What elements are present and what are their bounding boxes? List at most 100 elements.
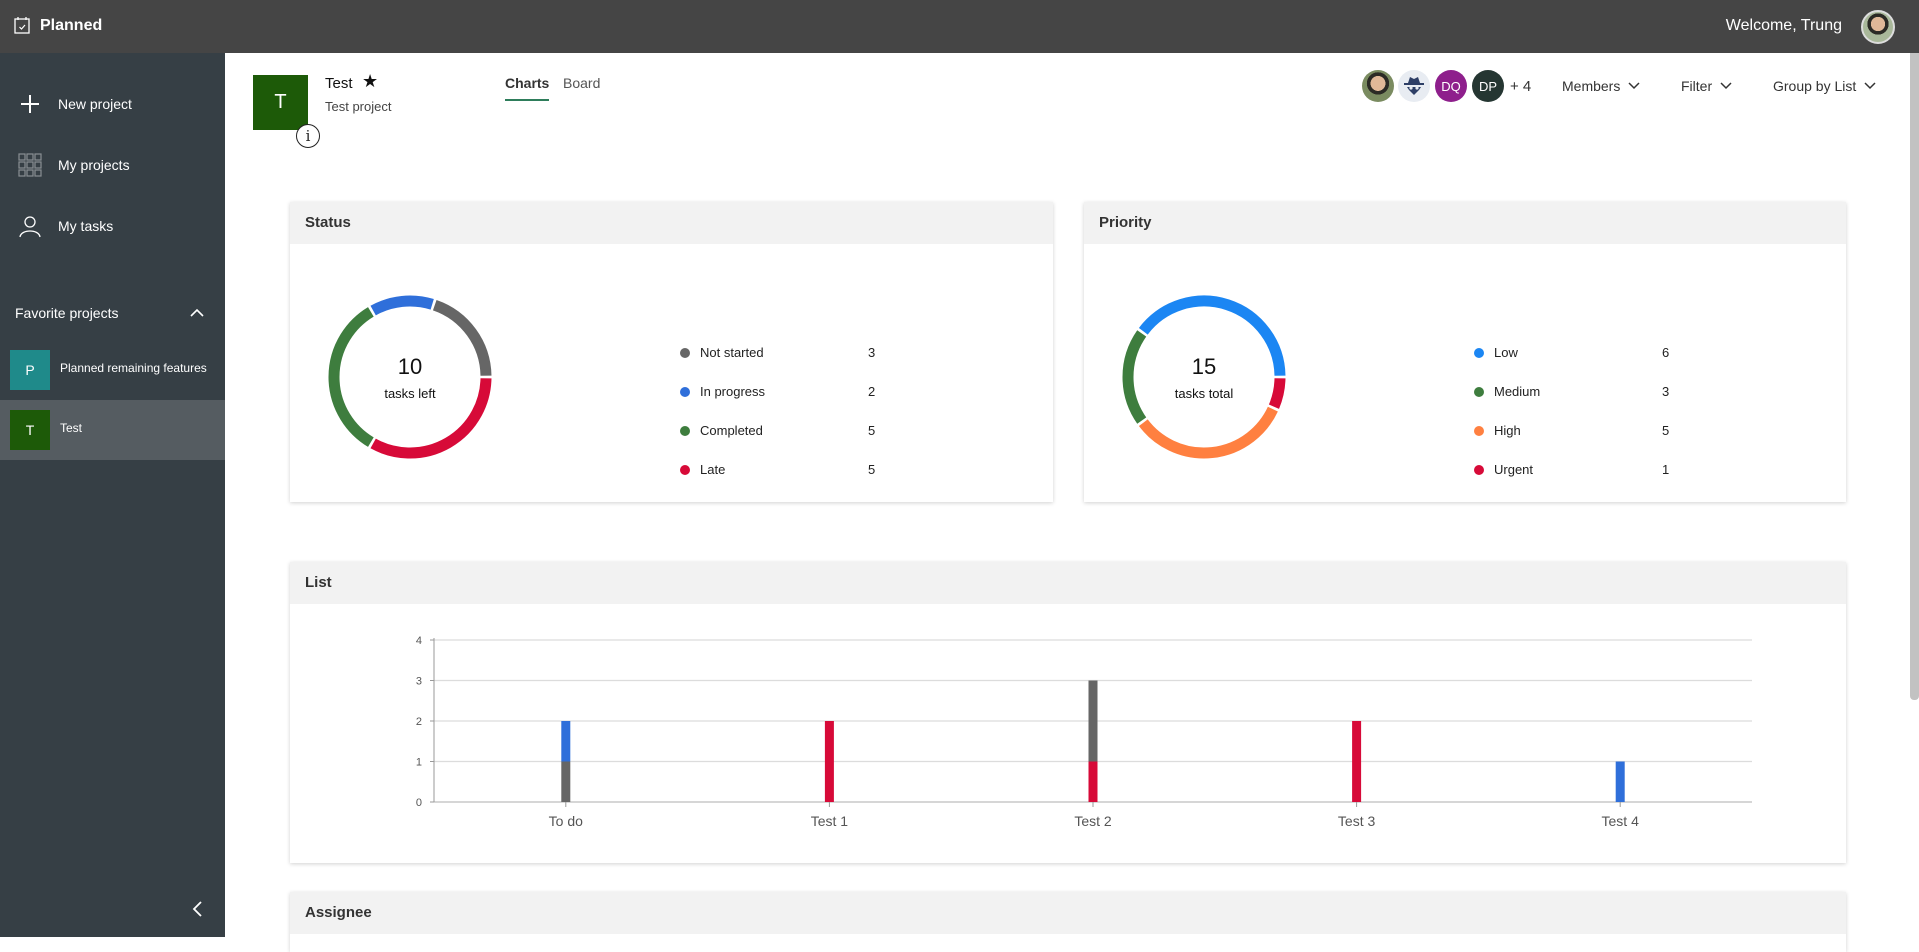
incognito-icon	[1404, 77, 1424, 95]
status-card: Status 10 tasks left Not started 3 In prog…	[290, 202, 1053, 502]
calendar-check-icon	[14, 17, 30, 34]
chevron-down-icon	[1628, 82, 1640, 90]
legend-label: Late	[700, 462, 726, 477]
project-tile: T	[10, 410, 50, 450]
list-bar-chart: 0 1 2 3 4 To do Test 1 Test 2 Test 3 Test 4	[416, 635, 1752, 829]
y-tick-label: 1	[416, 757, 422, 769]
top-bar: Planned Welcome, Trung	[0, 0, 1919, 53]
favorite-project-item-active[interactable]: T Test	[0, 400, 225, 460]
bar-test-2-not-started[interactable]	[1088, 680, 1098, 762]
member-avatar[interactable]: DQ	[1435, 70, 1467, 102]
more-members-count[interactable]: + 4	[1510, 78, 1531, 95]
status-card-title: Status	[290, 202, 1053, 244]
member-avatar-photo[interactable]	[1362, 70, 1394, 102]
welcome-text: Welcome, Trung	[1725, 17, 1842, 34]
nav-label: My projects	[58, 157, 130, 173]
legend-value: 3	[868, 345, 876, 360]
member-avatar-incognito[interactable]	[1398, 70, 1430, 102]
legend-value: 3	[1662, 384, 1670, 399]
members-dropdown[interactable]: Members	[1562, 78, 1640, 94]
chevron-left-icon[interactable]	[188, 899, 208, 919]
legend-dot	[680, 348, 690, 358]
info-icon[interactable]: i	[296, 124, 320, 148]
scrollbar-thumb[interactable]	[1910, 53, 1919, 700]
bar-test-3-late[interactable]	[1352, 721, 1362, 802]
legend-item-completed: Completed 5	[680, 422, 880, 442]
chevron-up-icon[interactable]	[189, 306, 205, 318]
priority-card-title: Priority	[1084, 202, 1846, 244]
tab-charts[interactable]: Charts	[505, 75, 550, 101]
y-tick-label: 3	[416, 676, 422, 688]
legend-item-in-progress: In progress 2	[680, 383, 880, 403]
legend-dot	[1474, 387, 1484, 397]
legend-item-high: High 5	[1474, 422, 1674, 442]
grid-icon	[18, 153, 42, 177]
group-by-dropdown[interactable]: Group by List	[1773, 78, 1876, 94]
tasks-left-label: tasks left	[384, 386, 436, 401]
legend-dot	[1474, 348, 1484, 358]
bar-test-4-in-progress[interactable]	[1615, 761, 1625, 803]
bar-test-1-late[interactable]	[824, 721, 834, 802]
user-avatar[interactable]	[1861, 10, 1895, 44]
legend-item-not-started: Not started 3	[680, 344, 880, 364]
bar-test-2-late[interactable]	[1088, 761, 1098, 803]
project-name: Test	[325, 75, 353, 92]
star-icon[interactable]: ★	[362, 71, 378, 92]
x-tick-label: To do	[549, 813, 583, 829]
legend-label: In progress	[700, 384, 766, 399]
x-tick-label: Test 4	[1602, 813, 1640, 829]
nav-new-project[interactable]: New project	[0, 80, 225, 128]
filter-dropdown[interactable]: Filter	[1681, 78, 1732, 94]
list-card: List 0 1 2 3 4 To do Test 1 Test 2 Test 3 Test 4	[290, 562, 1846, 863]
group-by-dropdown-label: Group by List	[1773, 78, 1857, 94]
favorite-projects-title: Favorite projects	[15, 305, 119, 321]
legend-label: Not started	[700, 345, 764, 360]
legend-value: 5	[868, 462, 876, 477]
legend-dot	[1474, 465, 1484, 475]
nav-my-projects[interactable]: My projects	[0, 141, 225, 189]
legend-item-urgent: Urgent 1	[1474, 461, 1674, 481]
favorite-project-label: Planned remaining features	[60, 361, 207, 375]
project-tile: T	[253, 75, 308, 130]
legend-value: 6	[1662, 345, 1670, 360]
tasks-total-label: tasks total	[1174, 386, 1234, 401]
legend-value: 5	[868, 423, 876, 438]
legend-label: Medium	[1494, 384, 1541, 399]
status-donut-center: 10 tasks left	[320, 287, 500, 467]
legend-label: High	[1494, 423, 1521, 438]
x-tick-label: Test 1	[811, 813, 849, 829]
legend-dot	[680, 387, 690, 397]
legend-value: 5	[1662, 423, 1670, 438]
y-tick-label: 0	[416, 797, 422, 809]
project-description: Test project	[325, 99, 392, 114]
legend-label: Completed	[700, 423, 763, 438]
legend-label: Urgent	[1494, 462, 1534, 477]
filter-dropdown-label: Filter	[1681, 78, 1713, 94]
nav-my-tasks[interactable]: My tasks	[0, 202, 225, 250]
sidebar: New project My projects My tasks Favorit…	[0, 53, 225, 937]
bar-to-do-not-started[interactable]	[561, 761, 571, 803]
legend-item-low: Low 6	[1474, 344, 1674, 364]
chevron-down-icon	[1720, 82, 1732, 90]
y-tick-label: 2	[416, 716, 422, 728]
tab-board[interactable]: Board	[563, 75, 600, 91]
legend-value: 1	[1662, 462, 1670, 477]
nav-label: My tasks	[58, 218, 114, 234]
priority-card: Priority 1 5 tasks total Low 6 Medium 3 High 5…	[1084, 202, 1846, 502]
legend-item-late: Late 5	[680, 461, 880, 481]
person-icon	[19, 216, 41, 238]
assignee-card: Assignee	[290, 892, 1846, 952]
legend-dot	[1474, 426, 1484, 436]
legend-label: Low	[1494, 345, 1518, 360]
legend-value: 2	[868, 384, 876, 399]
bar-to-do-in-progress[interactable]	[561, 721, 571, 762]
legend-dot	[680, 426, 690, 436]
tasks-left-count: 10	[397, 354, 423, 379]
legend-item-medium: Medium 3	[1474, 383, 1674, 403]
app-title[interactable]: Planned	[40, 17, 102, 35]
favorite-project-item[interactable]: P Planned remaining features	[0, 340, 225, 400]
favorite-projects-header[interactable]: Favorite projects	[0, 293, 225, 333]
member-avatar[interactable]: DP	[1472, 70, 1504, 102]
members-dropdown-label: Members	[1562, 78, 1621, 94]
assignee-card-title: Assignee	[290, 892, 1846, 934]
